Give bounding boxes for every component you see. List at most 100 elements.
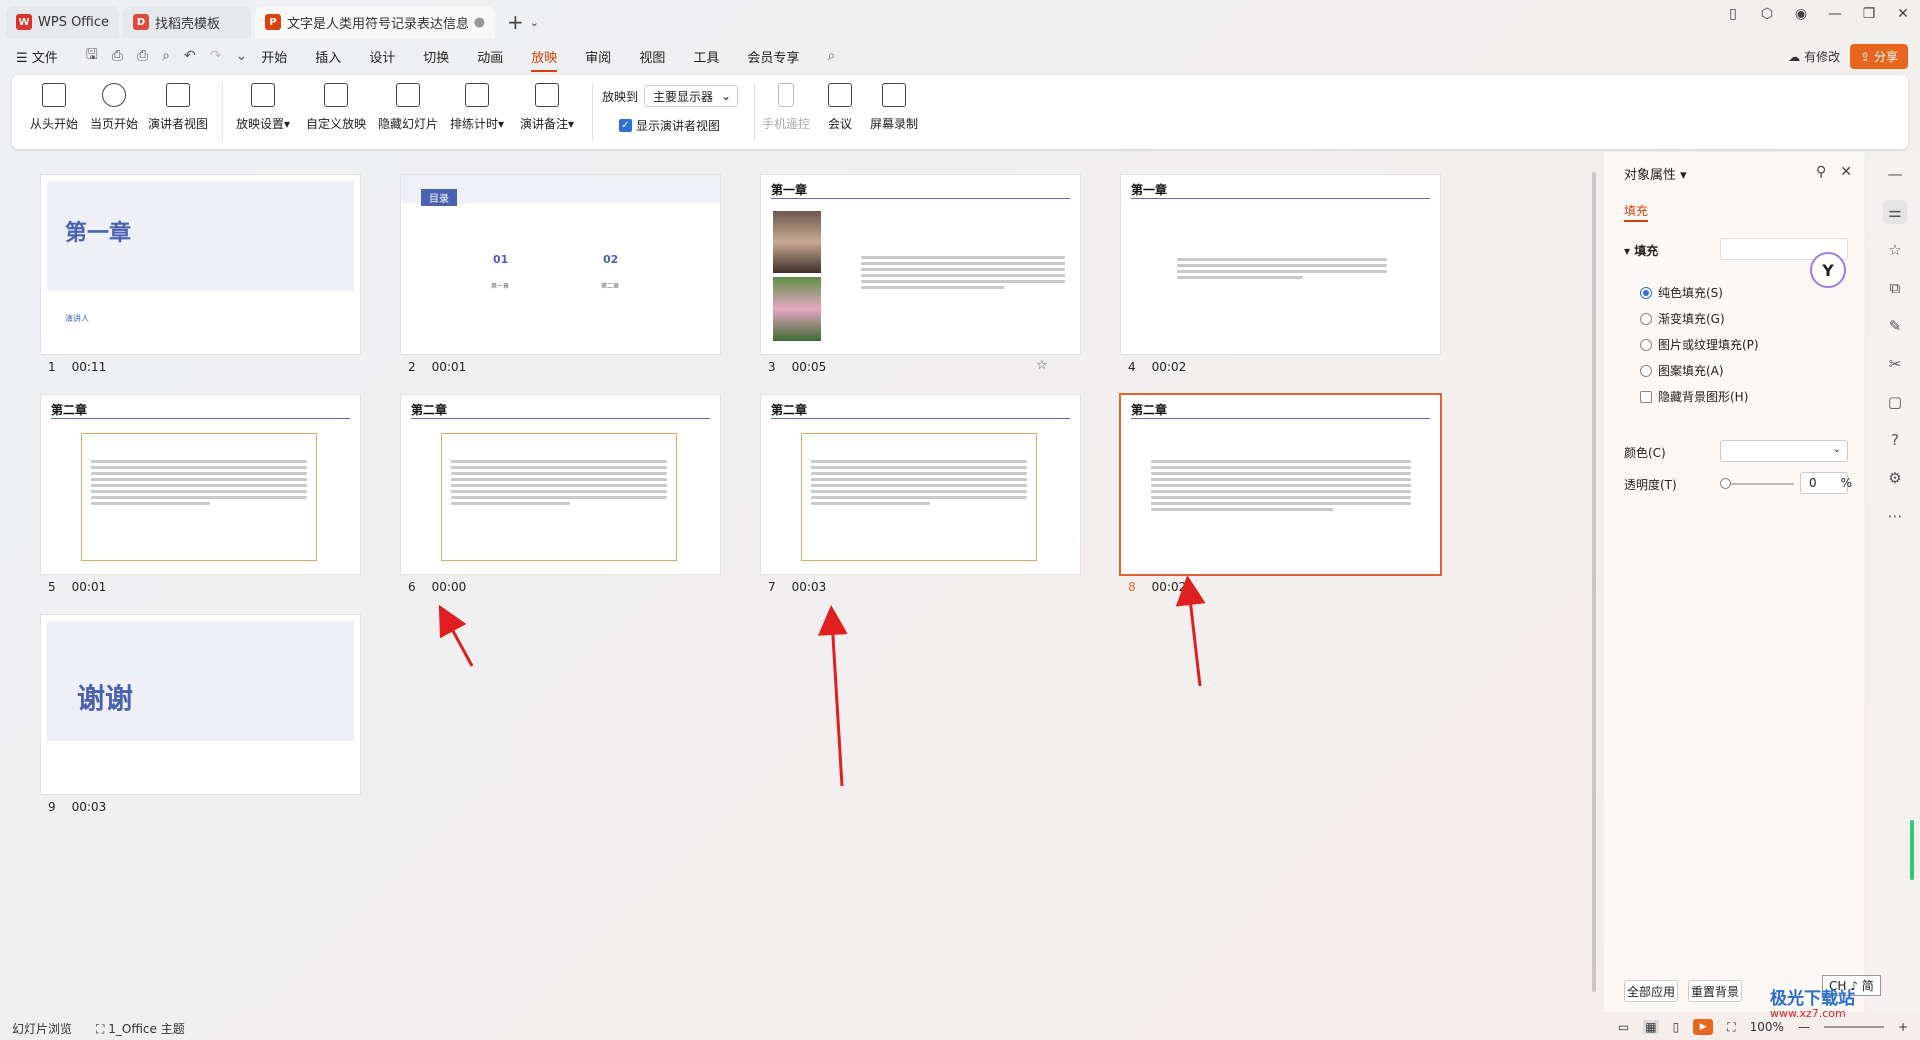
menu-insert[interactable]: 插入: [315, 47, 341, 66]
option-label: 图案填充(A): [1658, 364, 1724, 378]
phone-remote-label: 手机遥控: [762, 117, 811, 131]
speaker-notes-button[interactable]: 演讲备注▾: [520, 83, 574, 132]
menu-animation[interactable]: 动画: [477, 47, 503, 66]
file-menu[interactable]: ☰ 文件: [16, 47, 58, 66]
pin-icon[interactable]: ⚲: [1816, 164, 1826, 180]
menu-member[interactable]: 会员专享: [747, 47, 799, 66]
sorter-view-icon[interactable]: ▦: [1643, 1020, 1659, 1034]
rehearse-button[interactable]: 排练计时▾: [450, 83, 504, 132]
close-icon[interactable]: ✕: [1840, 164, 1852, 180]
option-label: 渐变填充(G): [1658, 312, 1725, 326]
zoom-level[interactable]: 100%: [1750, 1020, 1784, 1034]
ribbon-toolbar: 从头开始 当页开始 演讲者视图 放映设置▾ 自定义放映 隐藏幻灯片 排练计时▾ …: [12, 75, 1908, 149]
transparency-input[interactable]: 0%: [1800, 472, 1852, 494]
copy-icon[interactable]: ⧉: [1883, 276, 1907, 300]
slider-handle[interactable]: [1720, 478, 1731, 489]
menu-slideshow[interactable]: 放映: [531, 47, 558, 72]
record-icon: [882, 83, 906, 107]
menu-transition[interactable]: 切换: [423, 47, 449, 66]
reading-view-icon[interactable]: ▯: [1673, 1020, 1680, 1034]
minimize-button[interactable]: —: [1818, 6, 1852, 22]
redo-icon[interactable]: ↷: [210, 48, 222, 64]
export-icon[interactable]: ⎙: [112, 48, 123, 64]
status-bar: 幻灯片浏览 ⛶ 1_Office 主题 ▭ ▦ ▯ ▶ ⛶ 100% — +: [0, 1016, 1920, 1040]
properties-icon[interactable]: ⚌: [1883, 200, 1907, 224]
close-window-button[interactable]: ✕: [1886, 6, 1920, 22]
from-start-button[interactable]: 从头开始: [30, 83, 78, 132]
video-camera-icon: [828, 83, 852, 107]
modified-status[interactable]: ☁ 有修改: [1788, 48, 1840, 65]
menu-view[interactable]: 视图: [639, 47, 665, 66]
slideshow-play-button[interactable]: ▶: [1693, 1019, 1714, 1035]
hide-slide-icon: [396, 83, 420, 107]
tab-wps-office[interactable]: W WPS Office: [6, 6, 120, 38]
arrow-to-slide-8: [1175, 575, 1206, 687]
color-select[interactable]: ⌄: [1720, 440, 1848, 462]
tools-icon[interactable]: ✂: [1883, 352, 1907, 376]
tab-document[interactable]: P 文字是人类用符号记录表达信息以 ●: [255, 6, 496, 38]
search-icon[interactable]: ⌕: [827, 48, 835, 64]
menu-home[interactable]: 开始: [261, 47, 287, 66]
normal-view-icon[interactable]: ▭: [1618, 1020, 1629, 1034]
zoom-in-button[interactable]: +: [1898, 1020, 1908, 1034]
menu-design[interactable]: 设计: [369, 47, 395, 66]
preview-icon[interactable]: ⌕: [162, 48, 170, 64]
panel-title[interactable]: 对象属性 ▾: [1624, 164, 1687, 183]
more-icon[interactable]: ⋯: [1883, 504, 1907, 528]
settings-icon[interactable]: ⚙: [1883, 466, 1907, 490]
menu-bar: ☰ 文件 🖫 ⎙ ⎙ ⌕ ↶ ↷ ⌄ 开始 插入 设计 切换 动画 放映 审阅 …: [0, 40, 1920, 72]
apply-all-button[interactable]: 全部应用: [1624, 980, 1678, 1002]
avatar[interactable]: ◉: [1784, 6, 1818, 22]
help-icon[interactable]: ?: [1883, 428, 1907, 452]
reset-background-button[interactable]: 重置背景: [1688, 980, 1742, 1002]
slide-scrollbar[interactable]: [1590, 152, 1598, 1012]
more-quick-icon[interactable]: ⌄: [235, 48, 247, 64]
fill-section-header[interactable]: ▾ 填充: [1624, 242, 1658, 259]
transparency-slider[interactable]: [1724, 483, 1794, 485]
menu-review[interactable]: 审阅: [585, 47, 611, 66]
meeting-button[interactable]: 会议: [828, 83, 852, 132]
play-current-icon: [102, 83, 126, 107]
picture-fill-radio[interactable]: 图片或纹理填充(P): [1640, 336, 1759, 353]
display-select-value: 主要显示器: [653, 89, 714, 104]
show-presenter-checkbox[interactable]: ✓ 显示演讲者视图: [619, 117, 720, 134]
play-to-label: 放映到: [602, 89, 639, 104]
custom-show-button[interactable]: 自定义放映: [306, 83, 366, 132]
print-icon[interactable]: ⎙: [137, 48, 148, 64]
phone-remote-button[interactable]: 手机遥控: [762, 83, 810, 132]
layout-icon[interactable]: ▯: [1716, 6, 1750, 22]
view-mode-label[interactable]: 幻灯片浏览: [12, 1020, 72, 1037]
share-button[interactable]: ⇪ 分享: [1850, 44, 1908, 69]
save-icon[interactable]: 🖫: [86, 44, 98, 68]
theme-button[interactable]: ⛶ 1_Office 主题: [96, 1020, 185, 1037]
new-tab-button[interactable]: + ⌄: [507, 6, 539, 38]
assistant-icon[interactable]: Y: [1810, 252, 1846, 288]
play-settings-button[interactable]: 放映设置▾: [236, 83, 290, 132]
from-current-button[interactable]: 当页开始: [90, 83, 138, 132]
restore-button[interactable]: ❐: [1852, 6, 1886, 22]
undo-icon[interactable]: ↶: [184, 48, 196, 64]
menu-tools[interactable]: 工具: [693, 47, 719, 66]
screen-record-button[interactable]: 屏幕录制: [870, 83, 918, 132]
fit-window-icon[interactable]: ⛶: [1727, 1020, 1735, 1035]
star-icon[interactable]: ☆: [1883, 238, 1907, 262]
hide-background-checkbox[interactable]: 隐藏背景图形(H): [1640, 388, 1748, 405]
screen-record-label: 屏幕录制: [870, 117, 919, 131]
tab-docer[interactable]: D 找稻壳模板: [123, 6, 252, 38]
hide-slide-button[interactable]: 隐藏幻灯片: [378, 83, 438, 132]
presenter-icon: [166, 83, 190, 107]
gradient-fill-radio[interactable]: 渐变填充(G): [1640, 310, 1725, 327]
presenter-view-button[interactable]: 演讲者视图: [148, 83, 208, 132]
book-icon[interactable]: ▢: [1883, 390, 1907, 414]
solid-fill-radio[interactable]: 纯色填充(S): [1640, 284, 1723, 301]
display-select[interactable]: 主要显示器 ⌄: [644, 85, 739, 107]
cube-icon[interactable]: ⬡: [1750, 6, 1784, 22]
zoom-slider[interactable]: [1823, 1026, 1884, 1028]
option-label: 隐藏背景图形(H): [1658, 390, 1749, 404]
tab-fill[interactable]: 填充: [1624, 202, 1648, 219]
custom-show-icon: [324, 83, 348, 107]
minimize-panel-icon[interactable]: —: [1883, 162, 1907, 186]
edit-icon[interactable]: ✎: [1883, 314, 1907, 338]
zoom-out-button[interactable]: —: [1798, 1020, 1810, 1034]
pattern-fill-radio[interactable]: 图案填充(A): [1640, 362, 1724, 379]
